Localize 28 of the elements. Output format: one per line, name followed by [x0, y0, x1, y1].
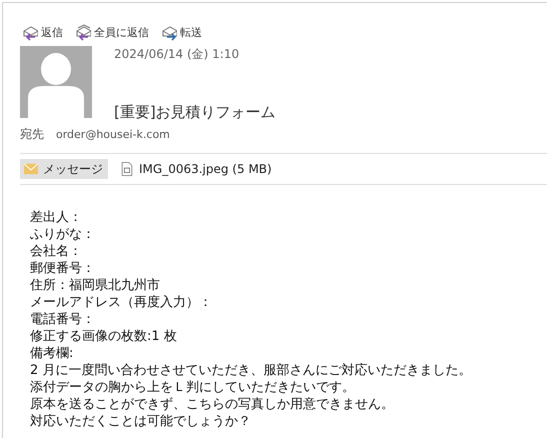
toolbar-button[interactable]: 返信	[20, 23, 65, 41]
body-text: ふりがな：	[30, 226, 95, 243]
body-text: 住所：福岡県北九州市	[30, 277, 160, 294]
body-text: 郵便番号：	[30, 260, 95, 277]
body-text: メールアドレス（再度入力）：	[30, 294, 212, 311]
body-text: 備考欄:	[30, 345, 74, 362]
toolbar-button[interactable]: 全員に返信	[73, 23, 151, 41]
body-text: 差出人：	[30, 209, 82, 226]
message-date: 2024/06/14 (金) 1:10	[114, 46, 240, 63]
reply-icon	[22, 24, 38, 40]
body-text: 電話番号：	[30, 311, 95, 328]
body-text: 会社名：	[30, 243, 82, 260]
envelope-icon	[24, 162, 38, 176]
recipient-label: 宛先	[20, 126, 44, 143]
toolbar-button[interactable]: 転送	[159, 23, 204, 41]
avatar-icon	[20, 46, 92, 118]
attachment-tab[interactable]: メッセージ	[20, 159, 108, 179]
attachment-tab[interactable]: IMG_0063.jpeg (5 MB)	[116, 159, 276, 179]
recipient-address: order@housei-k.com	[56, 128, 170, 141]
body-text: 対応いただくことは可能でしょうか？	[30, 413, 251, 430]
document-icon	[120, 162, 134, 176]
body-text: 修正する画像の枚数:1 枚	[30, 328, 177, 345]
message-subject: [重要]お見積りフォーム	[114, 103, 276, 122]
reply-all-icon	[75, 24, 91, 40]
body-text: 原本を送ることができず、こちらの写真しか用意できません。	[30, 396, 394, 413]
body-text: 添付データの胸から上をＬ判にしていただきたいです。	[30, 379, 355, 396]
forward-icon	[161, 24, 177, 40]
body-text: 2 月に一度問い合わせさせていただき、服部さんにご対応いただきました。	[30, 362, 472, 379]
